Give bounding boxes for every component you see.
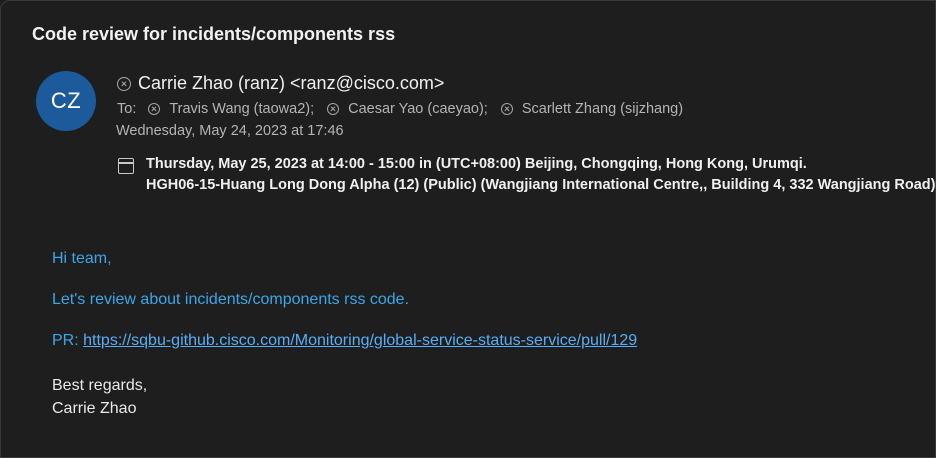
avatar-initials: CZ [50, 88, 82, 113]
sender-avatar[interactable]: CZ [36, 71, 96, 131]
recipient[interactable]: Caesar Yao (caeyao); [327, 101, 488, 117]
meeting-details: Thursday, May 25, 2023 at 14:00 - 15:00 … [146, 154, 935, 196]
remove-recipient-icon[interactable] [500, 103, 513, 115]
to-label: To: [117, 101, 137, 117]
recipient[interactable]: Travis Wang (taowa2); [148, 101, 314, 117]
pr-line: PR: https://sqbu-github.cisco.com/Monito… [52, 332, 637, 350]
greeting: Hi team, [52, 250, 112, 267]
closing: Best regards, [52, 377, 148, 394]
remove-sender-icon[interactable] [117, 76, 131, 91]
email-reading-pane: Code review for incidents/components rss… [0, 0, 936, 458]
calendar-icon [118, 158, 134, 174]
pr-label: PR: [52, 332, 84, 349]
recipient[interactable]: Scarlett Zhang (sijzhang) [500, 101, 683, 117]
meeting-location: HGH06-15-Huang Long Dong Alpha (12) (Pub… [146, 177, 936, 193]
sender-name[interactable]: Carrie Zhao (ranz) <ranz@cisco.com> [138, 73, 444, 94]
sender-line: Carrie Zhao (ranz) <ranz@cisco.com> [117, 73, 444, 94]
recipients-line: To: Travis Wang (taowa2); Caesar Yao (ca… [117, 101, 696, 117]
body-line: Let's review about incidents/components … [52, 291, 410, 308]
email-subject: Code review for incidents/components rss [32, 24, 396, 44]
recipient-name[interactable]: Caesar Yao (caeyao); [348, 101, 488, 117]
meeting-time: Thursday, May 25, 2023 at 14:00 - 15:00 … [146, 156, 807, 172]
sent-date: Wednesday, May 24, 2023 at 17:46 [116, 123, 344, 139]
recipient-name[interactable]: Scarlett Zhang (sijzhang) [522, 101, 683, 117]
recipient-name[interactable]: Travis Wang (taowa2); [169, 101, 314, 117]
pr-link[interactable]: https://sqbu-github.cisco.com/Monitoring… [83, 332, 637, 349]
signature: Carrie Zhao [52, 400, 137, 417]
remove-recipient-icon[interactable] [148, 103, 161, 115]
remove-recipient-icon[interactable] [327, 103, 340, 115]
